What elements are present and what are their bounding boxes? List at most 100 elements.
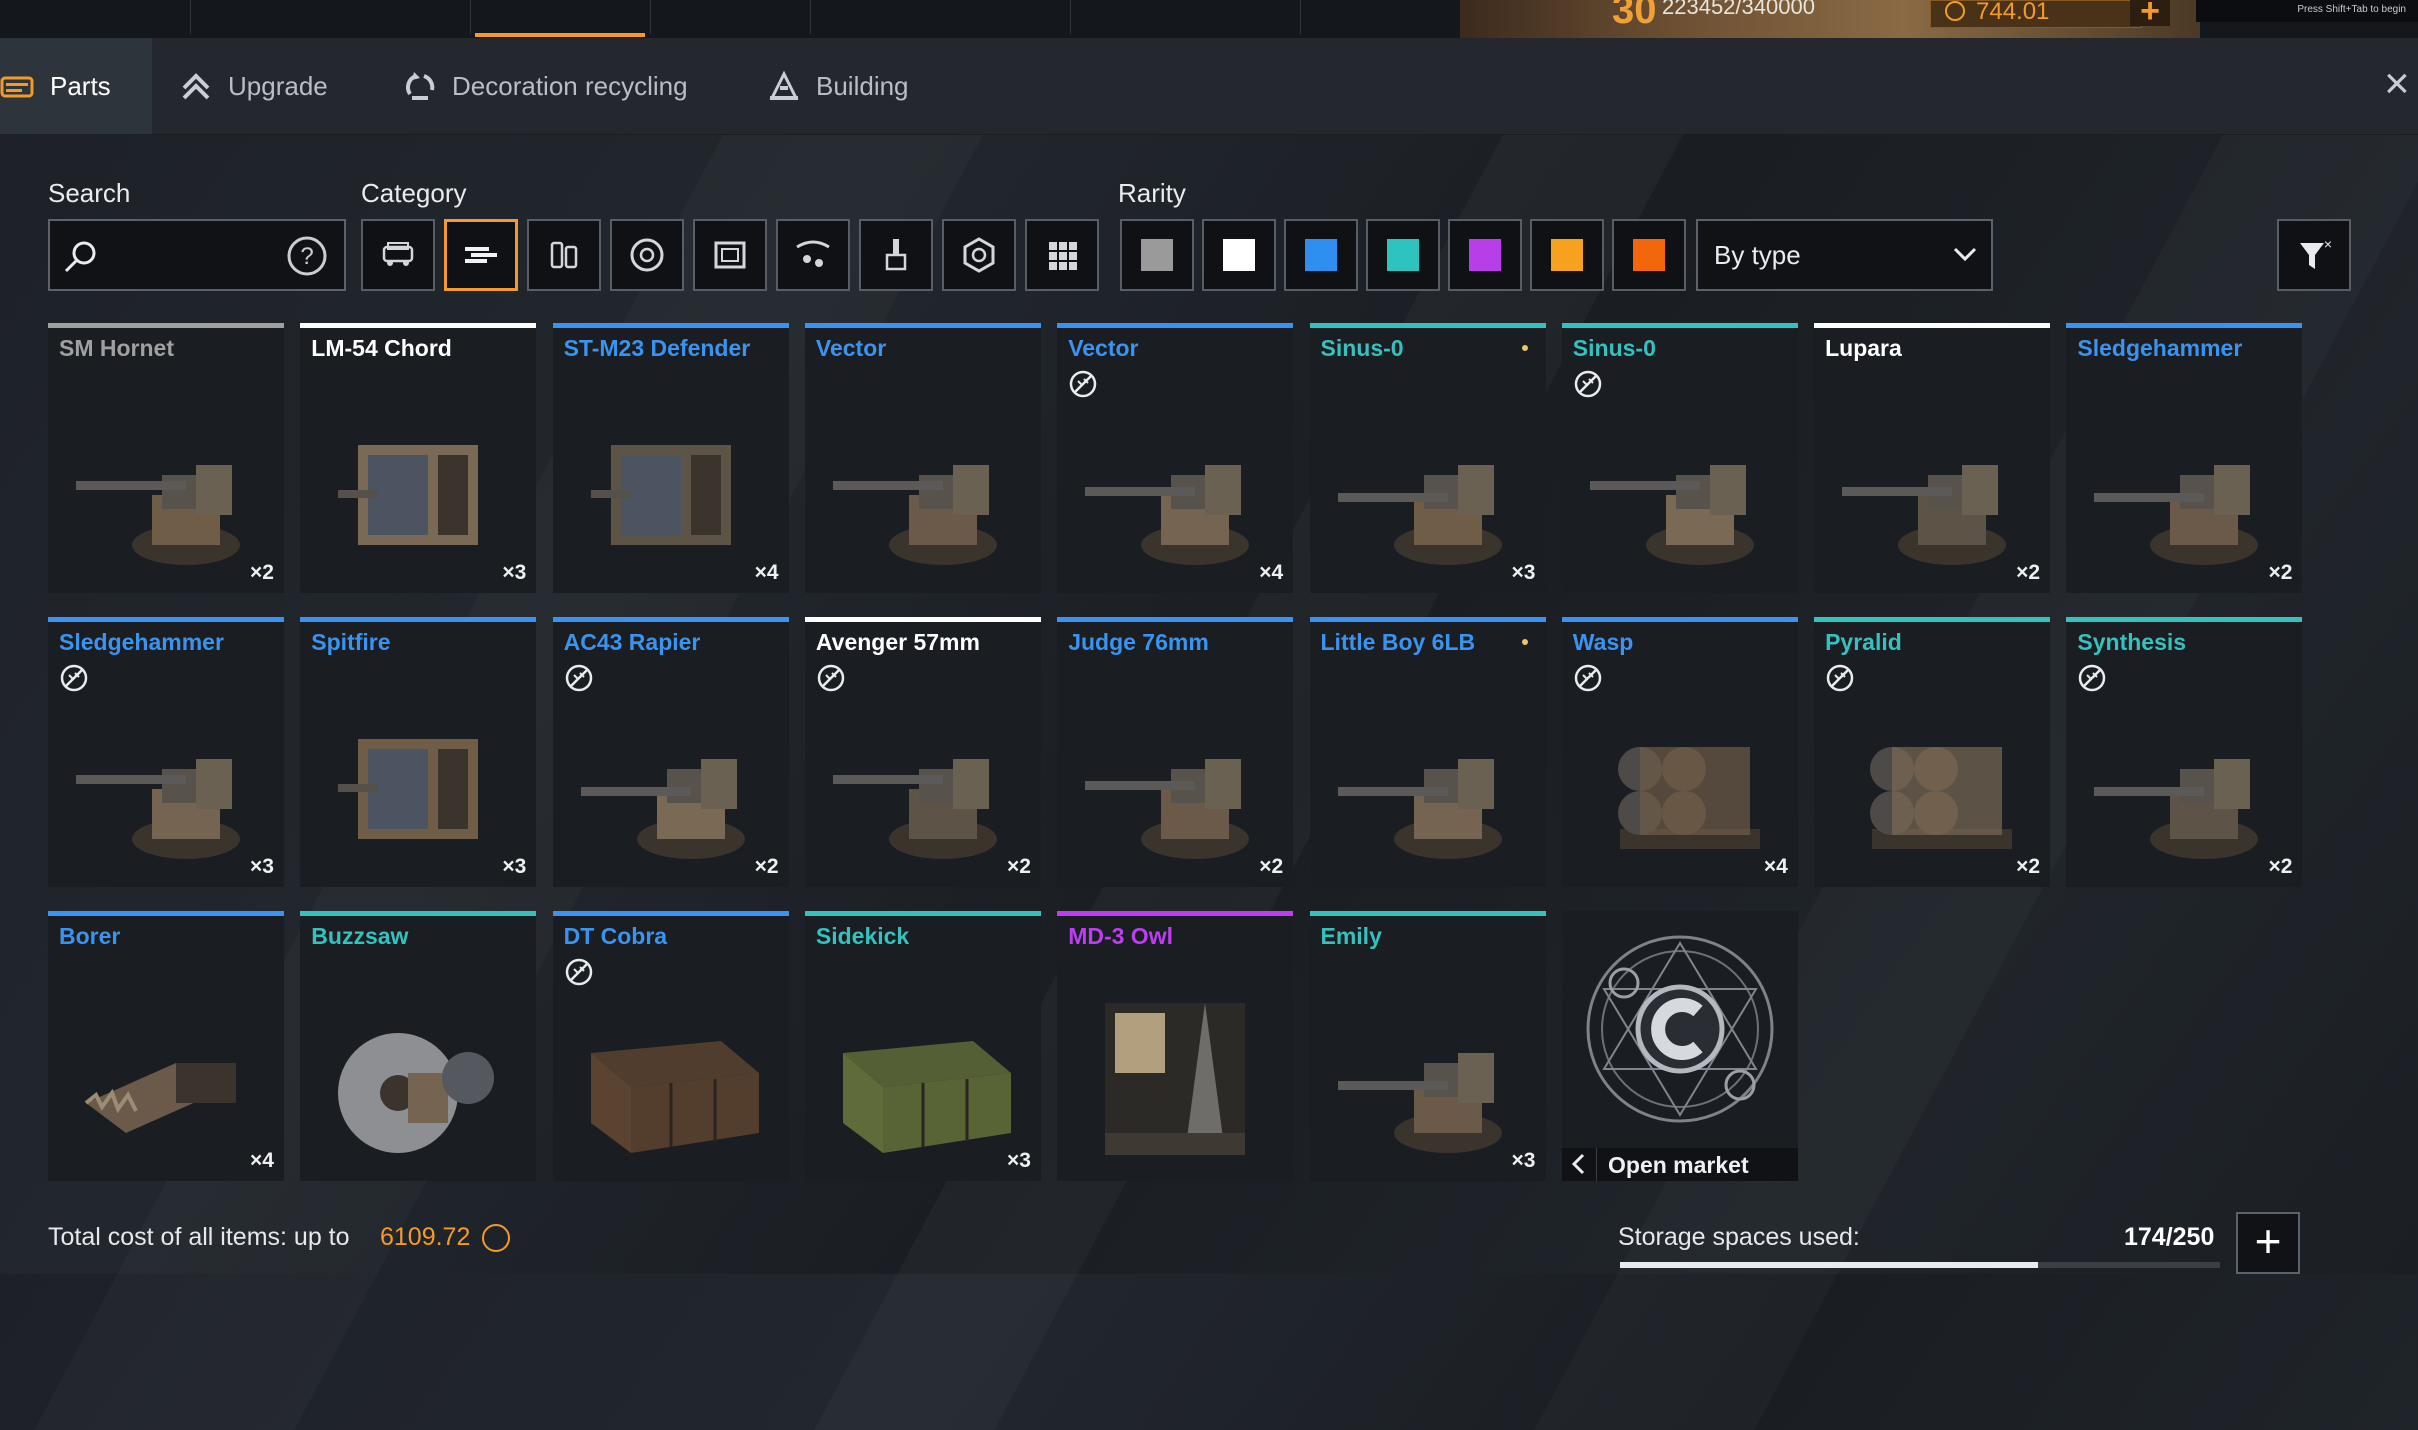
part-image: [76, 465, 240, 565]
player-xp: 223452/340000: [1662, 0, 1815, 19]
search-icon: [64, 241, 96, 273]
part-quantity: ×3: [502, 855, 527, 878]
coin-icon: [482, 1224, 510, 1252]
rarity-label: Rarity: [1118, 178, 1186, 208]
part-name: Synthesis: [2077, 629, 2187, 655]
part-card[interactable]: Vector: [804, 323, 1041, 593]
part-image: [832, 465, 997, 565]
part-name: AC43 Rapier: [563, 629, 701, 655]
part-quantity: ×2: [2016, 561, 2041, 584]
part-name: Pyralid: [1825, 629, 1902, 655]
part-image: [590, 445, 731, 545]
search-input[interactable]: ?: [48, 219, 346, 291]
part-card[interactable]: Synthesis ×2: [2066, 617, 2303, 887]
rarity-swatch: [1387, 239, 1419, 271]
add-storage-button[interactable]: +: [2236, 1212, 2300, 1274]
open-market-label: Open market: [1608, 1152, 1749, 1178]
rarity-bar: [1057, 911, 1294, 916]
tab-parts[interactable]: Parts: [0, 38, 152, 134]
part-card[interactable]: Vector ×4: [1057, 323, 1294, 593]
tab-upgrade[interactable]: Upgrade: [178, 38, 328, 134]
part-card[interactable]: Sinus-0 ×3: [1309, 323, 1546, 593]
part-card[interactable]: SM Hornet ×2: [48, 323, 284, 593]
coins-value: 744.01: [1976, 0, 2050, 25]
reset-filters-button[interactable]: ×: [2277, 219, 2351, 291]
part-card[interactable]: MD-3 Owl: [1057, 911, 1294, 1181]
part-card[interactable]: Judge 76mm ×2: [1057, 617, 1294, 887]
close-button[interactable]: ×: [2384, 62, 2410, 106]
category-button-modules[interactable]: [527, 219, 601, 291]
chevron-left-icon: [1571, 1153, 1585, 1175]
rarity-button-rare[interactable]: [1202, 219, 1276, 291]
rarity-button-special[interactable]: [1284, 219, 1358, 291]
rarity-bar: [48, 911, 284, 916]
category-button-engines[interactable]: [942, 219, 1016, 291]
category-button-wheels[interactable]: [610, 219, 684, 291]
rarity-button-epic[interactable]: [1366, 219, 1440, 291]
category-button-weapons[interactable]: [444, 219, 518, 291]
part-quantity: ×2: [754, 855, 779, 878]
tab-decoration-recycling[interactable]: Decoration recycling: [402, 38, 688, 134]
nav-divider: [1070, 0, 1071, 34]
part-name: Spitfire: [311, 629, 391, 655]
part-card[interactable]: Sidekick ×3: [804, 911, 1041, 1181]
rarity-button-exotic[interactable]: [1612, 219, 1686, 291]
part-card[interactable]: Avenger 57mm ×2: [804, 617, 1041, 887]
open-market-card[interactable]: [1562, 911, 1798, 1181]
part-quantity: ×3: [250, 855, 274, 878]
part-quantity: ×2: [2268, 855, 2293, 878]
part-quantity: ×4: [1259, 561, 1284, 584]
rarity-swatch: [1223, 239, 1255, 271]
part-card[interactable]: AC43 Rapier ×2: [552, 617, 789, 887]
rarity-button-legendary[interactable]: [1448, 219, 1522, 291]
tab-label: Parts: [50, 70, 111, 101]
part-image: [832, 759, 997, 859]
rarity-button-common[interactable]: [1120, 219, 1194, 291]
market-arrow-button[interactable]: [1562, 1148, 1597, 1181]
no-sale-icon: [565, 958, 592, 986]
category-button-cabins[interactable]: [361, 219, 435, 291]
part-card[interactable]: Sledgehammer ×3: [48, 617, 284, 887]
part-name: Vector: [815, 335, 887, 361]
part-card[interactable]: Pyralid ×2: [1814, 617, 2051, 887]
tab-building[interactable]: Building: [766, 38, 909, 134]
part-card[interactable]: ST-M23 Defender ×4: [552, 323, 789, 593]
part-card[interactable]: Sinus-0: [1561, 323, 1798, 593]
part-name: DT Cobra: [563, 923, 668, 949]
upgrade-icon: [182, 73, 210, 100]
engines-icon: [963, 237, 995, 273]
total-cost-value: 6109.72: [380, 1223, 471, 1251]
help-icon[interactable]: ?: [286, 235, 328, 277]
category-button-decor[interactable]: [776, 219, 850, 291]
nav-divider: [810, 0, 811, 34]
player-level: 30: [1612, 0, 1657, 32]
part-card[interactable]: Buzzsaw: [300, 911, 537, 1181]
rarity-button-relic[interactable]: [1530, 219, 1604, 291]
part-name: MD-3 Owl: [1068, 923, 1173, 949]
part-card[interactable]: Wasp ×4: [1561, 617, 1798, 887]
category-button-paint[interactable]: [859, 219, 933, 291]
part-name: Buzzsaw: [311, 923, 409, 949]
part-card[interactable]: DT Cobra: [552, 911, 789, 1181]
rarity-bar: [1309, 323, 1546, 328]
filter-clear-icon: ×: [2300, 236, 2332, 269]
rarity-bar: [804, 911, 1041, 916]
rarity-bar: [552, 323, 789, 328]
add-coins-button[interactable]: +: [2130, 0, 2170, 28]
total-cost-label: Total cost of all items: up to: [48, 1223, 350, 1251]
part-card[interactable]: Lupara ×2: [1814, 323, 2051, 593]
category-button-all[interactable]: [1025, 219, 1099, 291]
part-card[interactable]: Borer ×4: [48, 911, 284, 1181]
part-image: [1085, 465, 1250, 565]
part-image: [1842, 465, 2007, 565]
part-card[interactable]: Sledgehammer ×2: [2066, 323, 2303, 593]
rarity-bar: [1814, 323, 2051, 328]
recycling-icon: [406, 72, 435, 100]
part-card[interactable]: Little Boy 6LB: [1309, 617, 1546, 887]
part-name: SM Hornet: [59, 335, 174, 361]
part-name: Wasp: [1572, 629, 1634, 655]
part-card[interactable]: LM-54 Chord ×3: [300, 323, 537, 593]
part-card[interactable]: Spitfire ×3: [300, 617, 537, 887]
part-card[interactable]: Emily ×3: [1309, 911, 1546, 1181]
category-button-frames[interactable]: [693, 219, 767, 291]
